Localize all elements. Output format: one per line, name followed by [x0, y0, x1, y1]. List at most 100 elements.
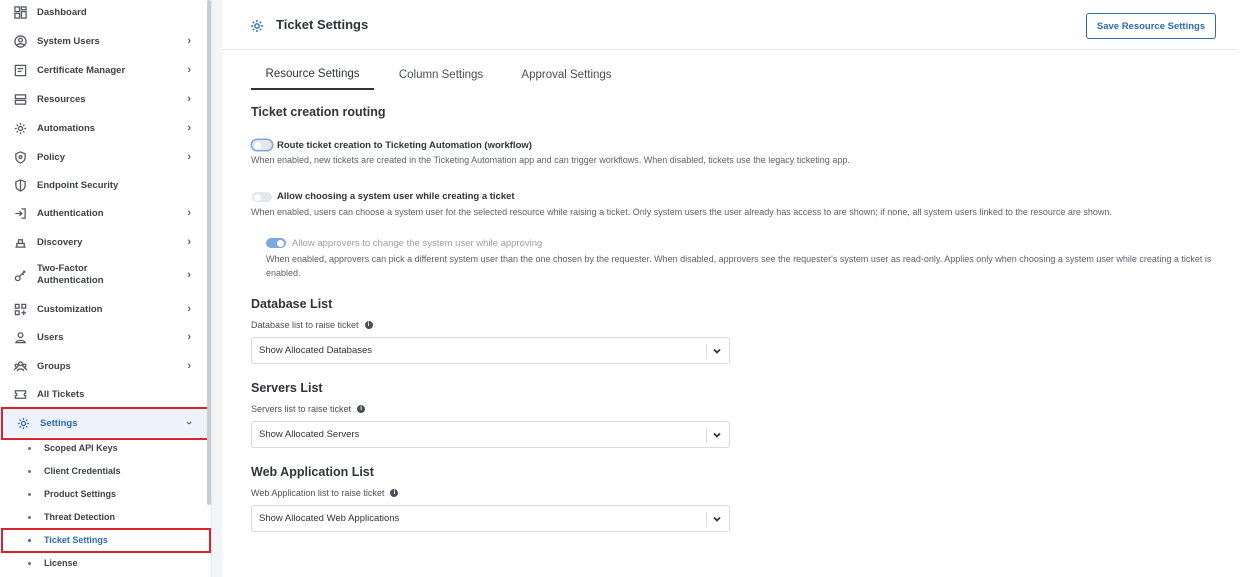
customization-icon: [13, 302, 27, 316]
chevron-right-icon: ›: [187, 35, 191, 47]
sidebar: Dashboard System Users › Certificate Man…: [0, 0, 212, 577]
sidebar-item-label: Authentication: [37, 207, 104, 219]
web-application-list-select[interactable]: Show Allocated Web Applications: [251, 505, 730, 532]
select-divider: [706, 512, 707, 527]
sidebar-item-label: System Users: [37, 35, 100, 47]
field-label-text: Servers list to raise ticket: [251, 404, 352, 414]
database-list-field-label: Database list to raise ticket i: [251, 320, 373, 330]
user-icon: [13, 330, 27, 344]
sidebar-item-policy[interactable]: Policy ›: [0, 143, 207, 171]
sidebar-item-label: Policy: [37, 151, 65, 163]
page-title: Ticket Settings: [276, 17, 369, 32]
save-resource-settings-button[interactable]: Save Resource Settings: [1086, 13, 1216, 39]
select-value: Show Allocated Web Applications: [259, 513, 400, 524]
sidebar-item-discovery[interactable]: Discovery ›: [0, 228, 207, 256]
chevron-right-icon: ›: [187, 151, 191, 163]
shield-icon: [13, 178, 27, 192]
sidebar-subitem-scoped-api-keys[interactable]: Scoped API Keys: [0, 437, 207, 459]
sidebar-item-automations[interactable]: Automations ›: [0, 114, 207, 142]
gear-icon: [250, 19, 264, 33]
groups-icon: [13, 359, 27, 373]
chevron-down-icon: [712, 346, 722, 356]
sidebar-subitem-threat-detection[interactable]: Threat Detection: [0, 506, 207, 528]
highlight-box-settings: [1, 407, 209, 440]
sidebar-item-label: Users: [37, 331, 64, 343]
sidebar-item-label: Groups: [37, 360, 71, 372]
chevron-right-icon: ›: [187, 360, 191, 372]
sidebar-subitem-label: License: [44, 558, 78, 568]
key-icon: [13, 268, 27, 282]
choose-system-user-toggle[interactable]: [252, 192, 272, 202]
sidebar-item-label: Customization: [37, 303, 103, 315]
servers-list-field-label: Servers list to raise ticket i: [251, 404, 366, 414]
chevron-right-icon: ›: [187, 122, 191, 134]
sidebar-subitem-product-settings[interactable]: Product Settings: [0, 483, 207, 505]
servers-list-title: Servers List: [251, 381, 323, 395]
web-application-list-title: Web Application List: [251, 465, 374, 479]
bullet-icon: [28, 492, 31, 496]
chevron-right-icon: ›: [187, 207, 191, 219]
route-ticket-toggle[interactable]: [252, 140, 272, 150]
select-divider: [706, 344, 707, 359]
info-icon[interactable]: i: [364, 321, 373, 329]
sidebar-item-authentication[interactable]: Authentication ›: [0, 199, 207, 227]
policy-icon: [13, 150, 27, 164]
bullet-icon: [28, 469, 31, 473]
sidebar-subitem-client-credentials[interactable]: Client Credentials: [0, 460, 207, 482]
bullet-icon: [28, 561, 31, 565]
sidebar-item-groups[interactable]: Groups ›: [0, 352, 207, 380]
certificate-icon: [13, 63, 27, 77]
sidebar-item-label: Endpoint Security: [37, 179, 119, 191]
sidebar-item-dashboard[interactable]: Dashboard: [0, 0, 207, 26]
sidebar-item-two-factor-authentication[interactable]: Two-Factor Authentication ›: [0, 261, 207, 289]
automations-icon: [13, 121, 27, 135]
approvers-change-user-label: Allow approvers to change the system use…: [292, 238, 543, 249]
highlight-box-ticket-settings: [1, 528, 211, 553]
sidebar-item-all-tickets[interactable]: All Tickets: [0, 380, 207, 408]
approvers-change-user-description: When enabled, approvers can pick a diffe…: [266, 254, 1212, 278]
discovery-icon: [13, 235, 27, 249]
field-label-text: Database list to raise ticket: [251, 320, 359, 330]
sidebar-item-system-users[interactable]: System Users ›: [0, 27, 207, 55]
bullet-icon: [28, 446, 31, 450]
tab-approval-settings[interactable]: Approval Settings: [514, 60, 619, 90]
sidebar-item-users[interactable]: Users ›: [0, 323, 207, 351]
system-users-icon: [13, 34, 27, 48]
sidebar-subitem-license[interactable]: License: [0, 552, 207, 574]
bullet-icon: [28, 515, 31, 519]
chevron-right-icon: ›: [187, 64, 191, 76]
sidebar-item-certificate-manager[interactable]: Certificate Manager ›: [0, 56, 207, 84]
servers-list-select[interactable]: Show Allocated Servers: [251, 421, 730, 448]
tab-resource-settings[interactable]: Resource Settings: [251, 60, 374, 90]
database-list-select[interactable]: Show Allocated Databases: [251, 337, 730, 364]
choose-system-user-description: When enabled, users can choose a system …: [251, 207, 1112, 217]
chevron-right-icon: ›: [187, 269, 191, 281]
sidebar-item-resources[interactable]: Resources ›: [0, 85, 207, 113]
route-ticket-description: When enabled, new tickets are created in…: [251, 155, 850, 165]
select-value: Show Allocated Databases: [259, 345, 373, 356]
database-list-title: Database List: [251, 297, 333, 311]
sidebar-item-endpoint-security[interactable]: Endpoint Security: [0, 171, 207, 199]
sidebar-item-customization[interactable]: Customization ›: [0, 295, 207, 323]
sidebar-item-label: Certificate Manager: [37, 64, 126, 76]
ticket-icon: [13, 387, 27, 401]
info-icon[interactable]: i: [357, 405, 366, 413]
select-divider: [706, 428, 707, 443]
approvers-change-user-toggle[interactable]: [266, 238, 286, 248]
chevron-right-icon: ›: [187, 93, 191, 105]
web-application-list-field-label: Web Application list to raise ticket i: [251, 488, 399, 498]
route-ticket-label: Route ticket creation to Ticketing Autom…: [277, 140, 532, 151]
sidebar-item-label: Automations: [37, 122, 96, 134]
info-icon[interactable]: i: [390, 489, 399, 497]
sidebar-scrollbar[interactable]: [207, 0, 211, 505]
choose-system-user-label: Allow choosing a system user while creat…: [277, 191, 515, 202]
select-value: Show Allocated Servers: [259, 429, 360, 440]
sidebar-item-label: Two-Factor Authentication: [37, 263, 104, 286]
tab-column-settings[interactable]: Column Settings: [391, 60, 491, 90]
chevron-down-icon: [712, 430, 722, 440]
page-header: Ticket Settings Save Resource Settings: [222, 0, 1238, 50]
sidebar-item-label: All Tickets: [37, 388, 85, 400]
sidebar-item-label: Dashboard: [37, 6, 87, 18]
sidebar-subitem-label: Threat Detection: [44, 512, 116, 522]
ticket-creation-routing-title: Ticket creation routing: [251, 105, 386, 119]
